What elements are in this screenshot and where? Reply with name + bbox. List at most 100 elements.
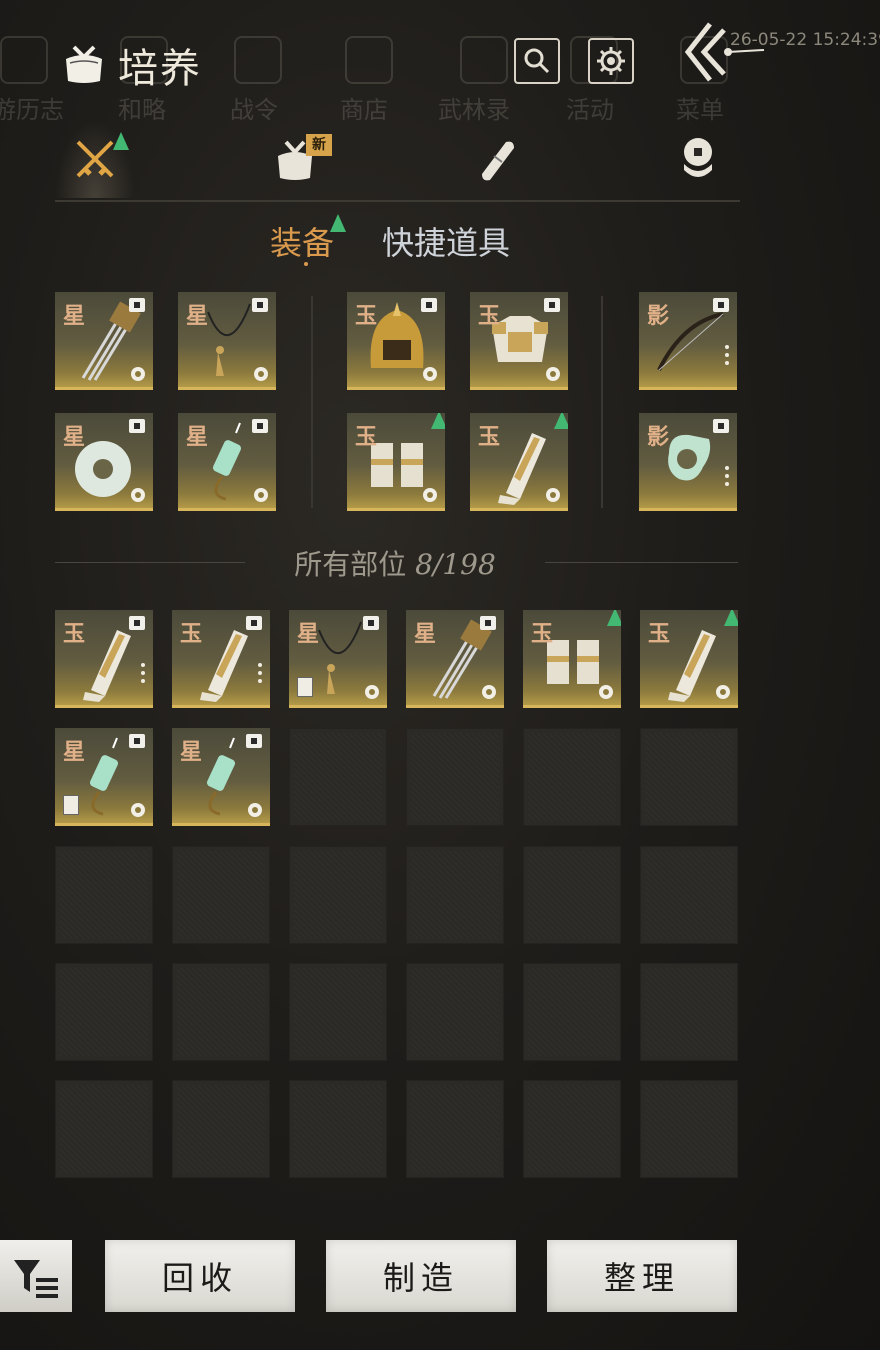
item-slot-bracer[interactable]: 玉 xyxy=(55,610,153,708)
tab-currency-category[interactable] xyxy=(658,120,738,198)
item-slot-necklace[interactable]: 星 xyxy=(178,292,276,390)
tab-bundle-category[interactable]: 新 xyxy=(255,120,335,198)
item-slot-jade-pendant[interactable]: 星 xyxy=(172,728,270,826)
empty-slot[interactable] xyxy=(55,963,153,1061)
tab-equipment-category[interactable] xyxy=(55,120,135,198)
empty-slot[interactable] xyxy=(523,963,621,1061)
grade-badge: 影 xyxy=(647,424,670,450)
grade-badge: 星 xyxy=(186,424,209,450)
level-tag-icon xyxy=(252,419,268,433)
grade-badge: 星 xyxy=(297,621,320,647)
item-slot-jade-pendant[interactable]: 星 xyxy=(55,728,153,826)
upgrade-arrow-icon xyxy=(607,610,621,626)
upgrade-arrow-icon xyxy=(113,132,129,150)
refine-icon xyxy=(254,488,268,502)
recycle-button[interactable]: 回收 xyxy=(105,1240,295,1312)
empty-slot[interactable] xyxy=(640,728,738,826)
empty-slot[interactable] xyxy=(640,1080,738,1178)
grade-badge: 玉 xyxy=(355,303,378,329)
empty-slot[interactable] xyxy=(523,1080,621,1178)
refine-icon xyxy=(716,685,730,699)
grade-badge: 玉 xyxy=(355,424,378,450)
refine-icon xyxy=(365,685,379,699)
search-button[interactable] xyxy=(514,38,560,84)
divider xyxy=(601,296,603,508)
card-icon xyxy=(297,677,313,697)
settings-button[interactable] xyxy=(588,38,634,84)
empty-slot[interactable] xyxy=(406,846,504,944)
item-slot-gauntlets[interactable]: 玉 xyxy=(347,413,445,511)
more-options-icon[interactable] xyxy=(725,341,729,365)
item-slot-arrows[interactable]: 星 xyxy=(406,610,504,708)
refine-icon xyxy=(546,488,560,502)
refine-icon xyxy=(546,367,560,381)
empty-slot[interactable] xyxy=(640,846,738,944)
upgrade-arrow-icon xyxy=(431,413,445,429)
grade-badge: 星 xyxy=(414,621,437,647)
empty-slot[interactable] xyxy=(172,846,270,944)
inventory-header: 所有部位 8/198 xyxy=(0,543,790,583)
item-slot-jade-ring[interactable]: 影 xyxy=(639,413,737,511)
item-slot-bracer[interactable]: 玉 xyxy=(470,413,568,511)
item-slot-jade-disc[interactable]: 星 xyxy=(55,413,153,511)
sort-button[interactable]: 整理 xyxy=(547,1240,737,1312)
active-tab-indicator xyxy=(304,262,308,266)
bundle-icon xyxy=(66,45,102,83)
level-tag-icon xyxy=(129,616,145,630)
empty-slot[interactable] xyxy=(289,846,387,944)
level-tag-icon xyxy=(363,616,379,630)
item-slot-gauntlets[interactable]: 玉 xyxy=(523,610,621,708)
grade-badge: 玉 xyxy=(63,621,86,647)
grade-badge: 玉 xyxy=(478,424,501,450)
tab-scroll-category[interactable] xyxy=(457,120,537,198)
item-slot-necklace[interactable]: 星 xyxy=(289,610,387,708)
refine-icon xyxy=(131,488,145,502)
empty-slot[interactable] xyxy=(523,846,621,944)
grade-badge: 星 xyxy=(63,303,86,329)
new-badge: 新 xyxy=(306,134,332,156)
bottom-bar: 回收 制造 整理 xyxy=(0,1240,880,1312)
empty-slot[interactable] xyxy=(55,846,153,944)
tab-equipment[interactable]: 装备 xyxy=(270,218,334,264)
craft-button[interactable]: 制造 xyxy=(326,1240,516,1312)
refine-icon xyxy=(423,488,437,502)
level-tag-icon xyxy=(421,298,437,312)
item-slot-jade-pendant[interactable]: 星 xyxy=(178,413,276,511)
page-header: 培养 xyxy=(60,35,202,95)
empty-slot[interactable] xyxy=(640,963,738,1061)
grade-badge: 玉 xyxy=(531,621,554,647)
item-slot-bracer[interactable]: 玉 xyxy=(640,610,738,708)
empty-slot[interactable] xyxy=(289,1080,387,1178)
more-options-icon[interactable] xyxy=(141,659,145,683)
item-slot-bow[interactable]: 影 xyxy=(639,292,737,390)
item-slot-arrows[interactable]: 星 xyxy=(55,292,153,390)
empty-slot[interactable] xyxy=(289,728,387,826)
empty-slot[interactable] xyxy=(406,1080,504,1178)
empty-slot[interactable] xyxy=(523,728,621,826)
empty-slot[interactable] xyxy=(406,728,504,826)
tab-quick-items[interactable]: 快捷道具 xyxy=(382,218,510,264)
item-slot-armor[interactable]: 玉 xyxy=(470,292,568,390)
inventory-count: 8/198 xyxy=(415,548,496,581)
filter-list-icon xyxy=(14,1260,58,1298)
divider xyxy=(311,296,313,508)
more-options-icon[interactable] xyxy=(725,462,729,486)
gear-icon xyxy=(597,47,625,75)
item-slot-bracer[interactable]: 玉 xyxy=(172,610,270,708)
item-slot-helmet[interactable]: 玉 xyxy=(347,292,445,390)
level-tag-icon xyxy=(246,616,262,630)
level-tag-icon xyxy=(544,298,560,312)
refine-icon xyxy=(482,685,496,699)
filter-button[interactable] xyxy=(0,1240,72,1312)
badge-icon xyxy=(234,36,282,84)
back-button[interactable] xyxy=(680,20,770,90)
empty-slot[interactable] xyxy=(289,963,387,1061)
refine-icon xyxy=(248,803,262,817)
refine-icon xyxy=(423,367,437,381)
more-options-icon[interactable] xyxy=(258,659,262,683)
empty-slot[interactable] xyxy=(172,1080,270,1178)
empty-slot[interactable] xyxy=(55,1080,153,1178)
empty-slot[interactable] xyxy=(172,963,270,1061)
empty-slot[interactable] xyxy=(406,963,504,1061)
book-icon xyxy=(0,36,48,84)
